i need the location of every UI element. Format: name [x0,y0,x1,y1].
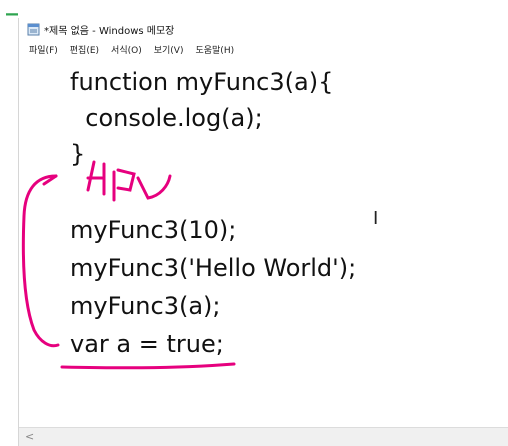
code-line-5: myFunc3(10); [70,216,237,244]
menu-edit[interactable]: 편집(E) [68,42,101,57]
i-beam-cursor-icon: I [373,208,379,229]
window-title: *제목 없음 - Windows 메모장 [44,25,175,37]
code-line-6: myFunc3('Hello World'); [70,254,357,282]
top-cropped-text: _ [0,0,508,18]
notepad-icon [27,23,40,35]
menu-format[interactable]: 서식(O) [109,42,144,57]
code-line-2: console.log(a); [70,104,263,132]
menu-help[interactable]: 도움말(H) [193,42,236,57]
menu-bar: 파일(F) 편집(E) 서식(O) 보기(V) 도움말(H) [19,40,508,58]
code-line-1: function myFunc3(a){ [70,68,334,96]
horizontal-scrollbar[interactable]: < [19,427,508,446]
menu-file[interactable]: 파일(F) [27,42,60,57]
text-editor-area[interactable]: function myFunc3(a){ console.log(a); } m… [19,58,508,424]
code-line-3: } [70,140,86,168]
code-line-7: myFunc3(a); [70,292,221,320]
title-bar: *제목 없음 - Windows 메모장 [19,18,508,40]
scroll-left-arrow-icon[interactable]: < [25,430,34,443]
notepad-window: *제목 없음 - Windows 메모장 파일(F) 편집(E) 서식(O) 보… [18,18,508,446]
cropped-heading: _ [6,0,18,16]
menu-view[interactable]: 보기(V) [152,42,186,57]
code-line-8: var a = true; [70,330,224,358]
